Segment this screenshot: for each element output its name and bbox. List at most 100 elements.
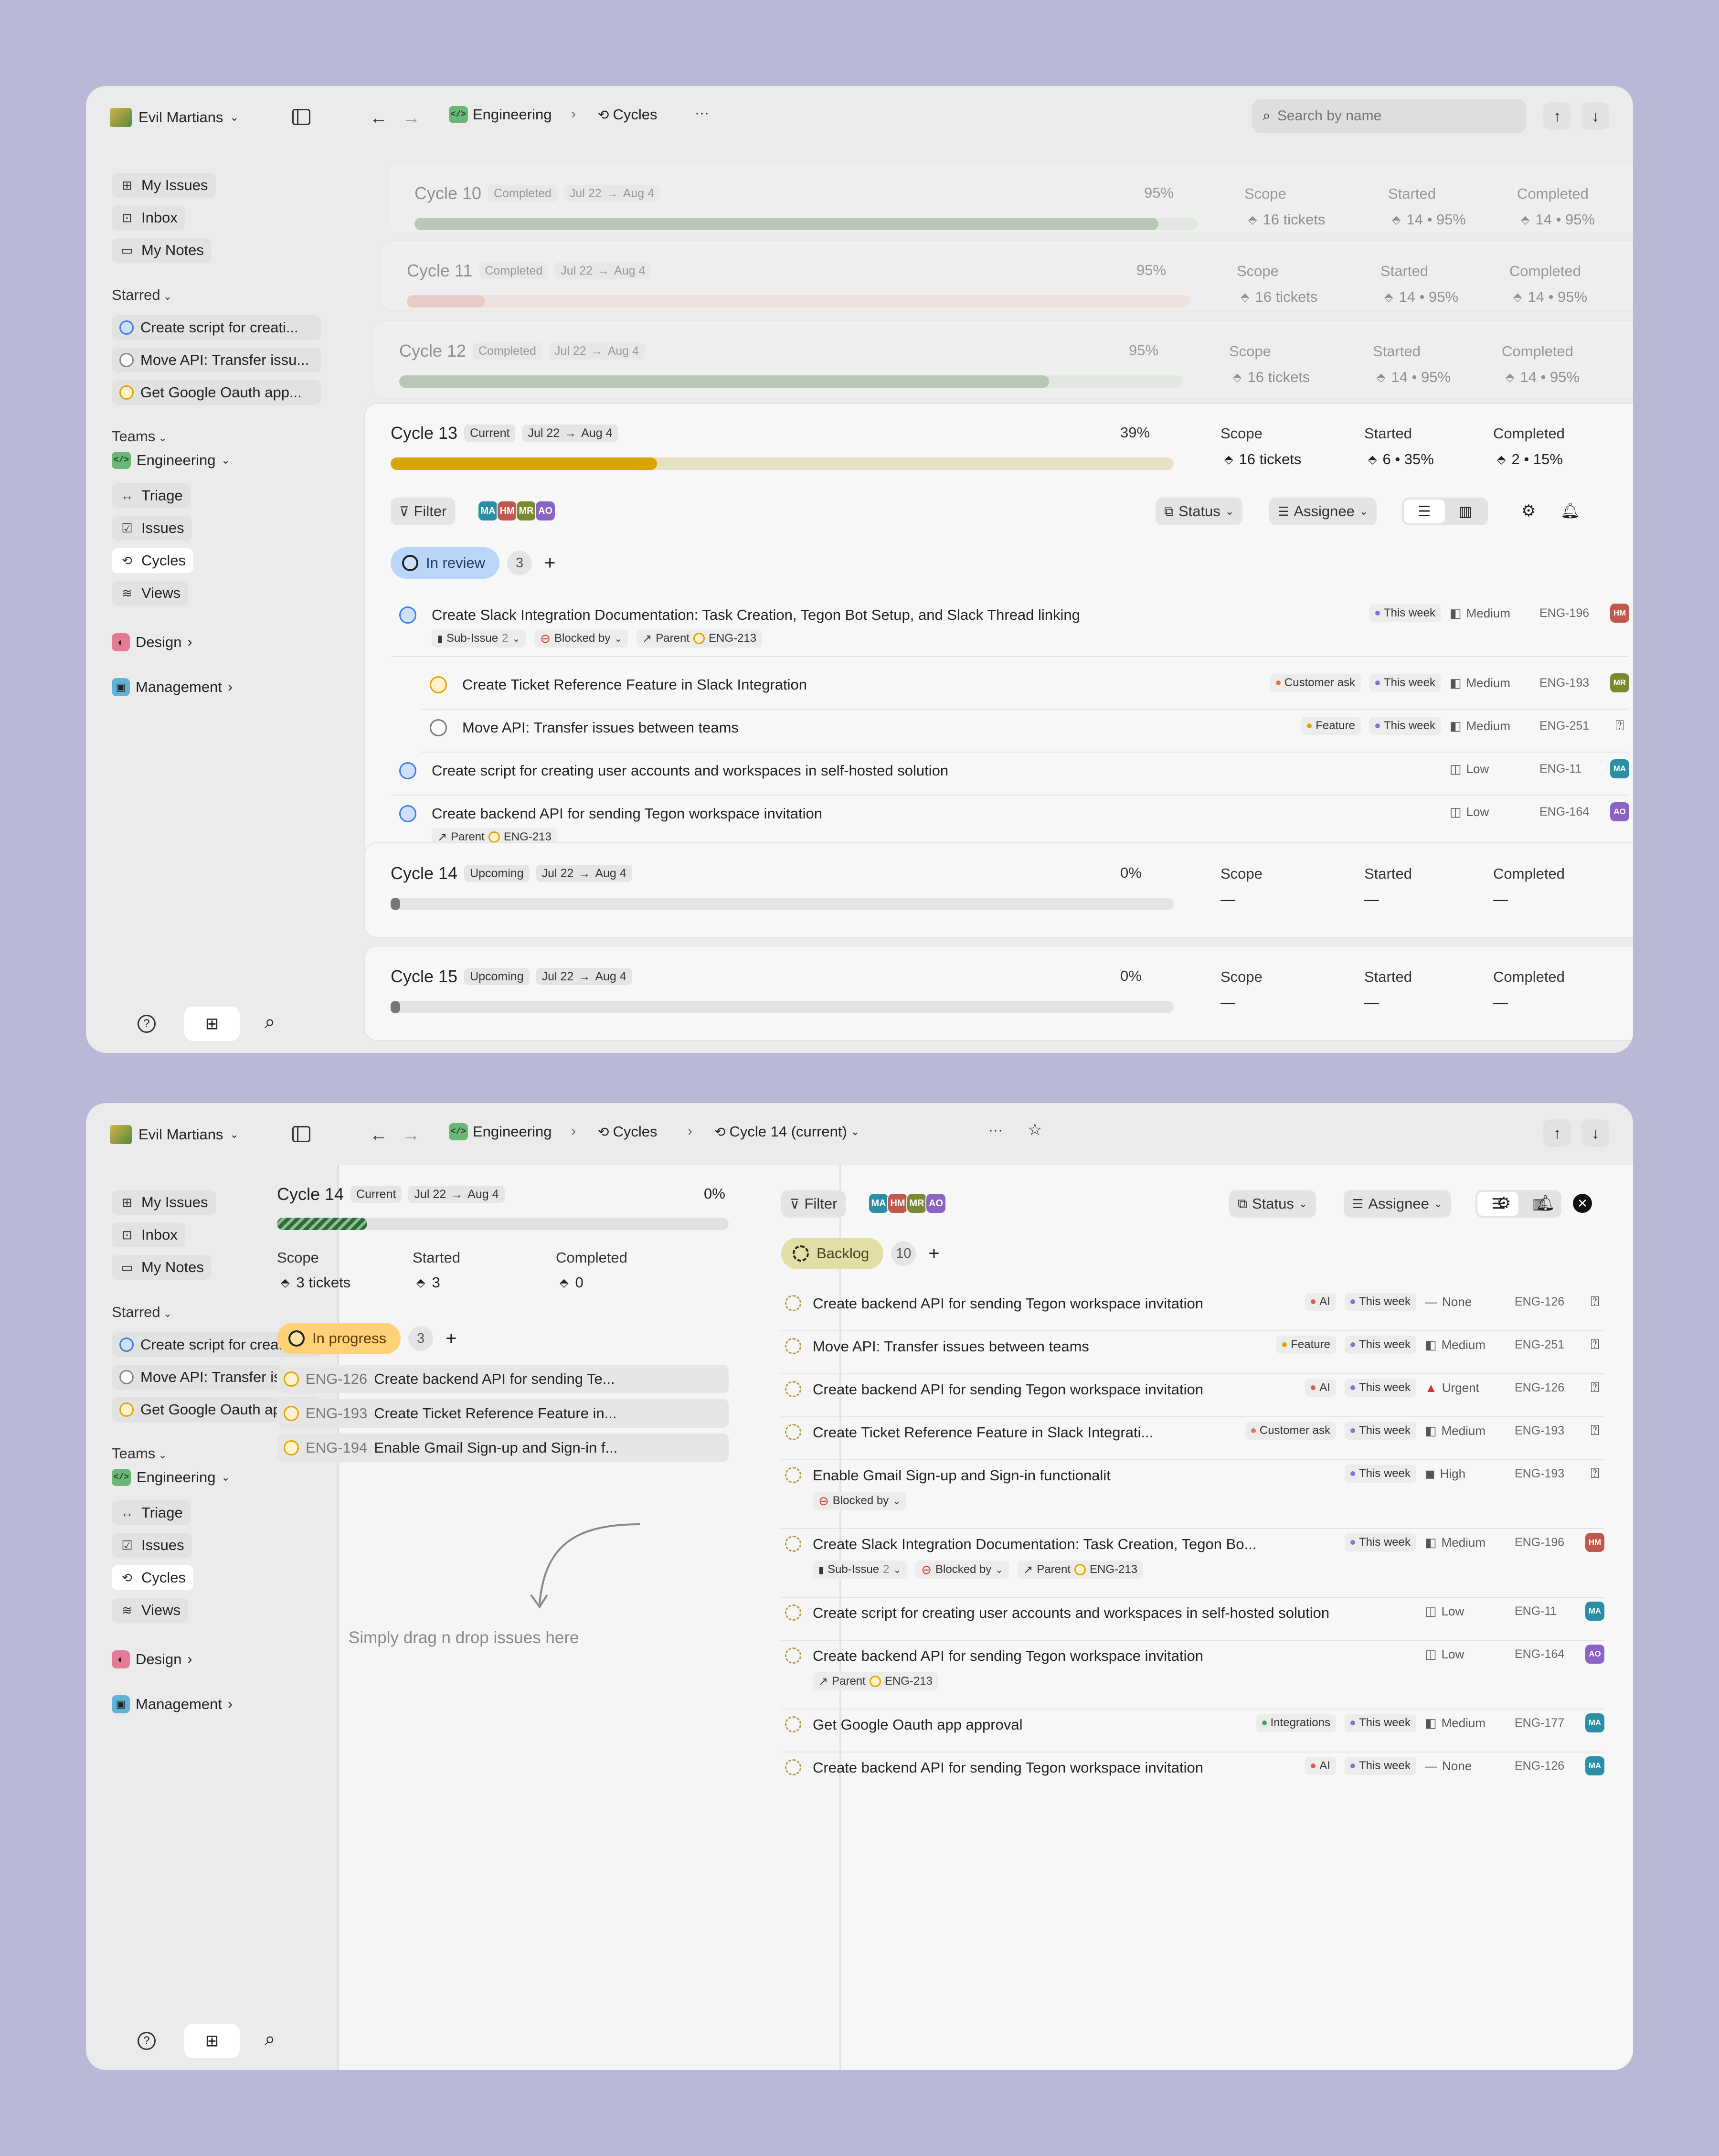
backlog-status-icon[interactable] xyxy=(785,1716,801,1732)
search-icon[interactable]: ⌕ xyxy=(265,1011,275,1033)
assignee-avatar[interactable]: MR xyxy=(1610,673,1629,692)
backlog-status-icon[interactable] xyxy=(785,1467,801,1483)
issue-row[interactable]: Create Ticket Reference Feature in Slack… xyxy=(421,669,1629,710)
parent-pill[interactable]: ↗ Parent ENG-213 xyxy=(1018,1561,1144,1579)
help-icon[interactable]: ? xyxy=(138,1015,156,1033)
avatar[interactable]: MR xyxy=(516,500,537,521)
backlog-status-icon[interactable] xyxy=(785,1647,801,1664)
filter-button[interactable]: ⊽ Filter xyxy=(391,498,456,525)
list-view-icon[interactable]: ☰ xyxy=(1404,499,1445,523)
cycle-card[interactable]: Cycle 11 Completed Jul 22 → Aug 4 95% Scope ⬘ 16… xyxy=(380,240,1633,311)
backlog-status-icon[interactable] xyxy=(785,1759,801,1775)
label-tag[interactable]: Feature xyxy=(1301,717,1361,735)
arrow-down-button[interactable]: ↓ xyxy=(1581,102,1609,130)
cycle-issue-chip[interactable]: ENG-126 Create backend API for sending Te… xyxy=(277,1365,729,1393)
status-icon[interactable] xyxy=(430,676,447,693)
backlog-status-icon[interactable] xyxy=(785,1536,801,1552)
help-icon[interactable]: ? xyxy=(138,2032,156,2050)
label-tag[interactable]: Integrations xyxy=(1256,1714,1336,1732)
assignee-avatars[interactable]: MA HM MR AO xyxy=(478,500,556,521)
starred-header[interactable]: Starred ⌄ xyxy=(112,287,172,304)
blocked-by-pill[interactable]: ⊖ Blocked by ⌄ xyxy=(534,629,628,648)
sub-issue-pill[interactable]: ▮ Sub-Issue 2 ⌄ xyxy=(432,629,526,648)
arrow-down-button[interactable]: ↓ xyxy=(1581,1119,1609,1147)
unassigned-icon[interactable]: ⍰ xyxy=(1585,1335,1604,1354)
close-icon[interactable]: ✕ xyxy=(1573,1194,1592,1213)
issue-row[interactable]: Create Slack Integration Documentation: … xyxy=(781,1529,1604,1598)
priority[interactable]: ◼ High xyxy=(1425,1466,1506,1481)
blocked-by-pill[interactable]: ⊖ Blocked by ⌄ xyxy=(915,1561,1009,1579)
priority[interactable]: — None xyxy=(1425,1759,1506,1774)
label-tag[interactable]: Feature xyxy=(1276,1336,1336,1354)
issue-row[interactable]: Enable Gmail Sign-up and Sign-in functio… xyxy=(781,1460,1604,1529)
avatar[interactable]: HM xyxy=(497,500,518,521)
teams-header[interactable]: Teams ⌄ xyxy=(112,1445,167,1462)
sidebar-item-my-notes[interactable]: ▭ My Notes xyxy=(112,1255,212,1280)
avatar[interactable]: MR xyxy=(906,1193,927,1214)
star-icon[interactable]: ☆ xyxy=(1028,1120,1042,1139)
parent-pill[interactable]: ↗ Parent ENG-213 xyxy=(813,1672,938,1690)
starred-item[interactable]: Move API: Transfer issu... xyxy=(112,348,321,372)
label-tag[interactable]: This week xyxy=(1344,1465,1416,1483)
cycle-card[interactable]: Cycle 15 Upcoming Jul 22 → Aug 4 0% Scope — Star… xyxy=(364,945,1633,1041)
priority[interactable]: ◧ Medium xyxy=(1450,676,1531,690)
assignee-avatar[interactable]: MA xyxy=(1585,1713,1604,1732)
breadcrumb-engineering[interactable]: </> Engineering xyxy=(449,106,552,123)
assignee-dropdown[interactable]: ☰ Assignee ⌄ xyxy=(1269,498,1377,525)
assignee-avatar[interactable]: MA xyxy=(1585,1602,1604,1621)
forward-arrow-icon[interactable]: → xyxy=(402,108,420,128)
breadcrumb-cycles[interactable]: ⟲ Cycles xyxy=(598,106,657,123)
label-tag[interactable]: This week xyxy=(1369,674,1441,692)
search-box[interactable]: ⌕ Search by name xyxy=(1252,99,1526,133)
sidebar-item-my-issues[interactable]: ⊞ My Issues xyxy=(112,1190,216,1215)
avatar[interactable]: AO xyxy=(925,1193,946,1214)
in-progress-pill[interactable]: In progress xyxy=(277,1323,401,1354)
sidebar-toggle-icon[interactable] xyxy=(292,1126,310,1142)
sidebar-item-my-notes[interactable]: ▭ My Notes xyxy=(112,238,212,263)
avatar[interactable]: AO xyxy=(535,500,556,521)
back-arrow-icon[interactable]: ← xyxy=(370,1125,388,1146)
breadcrumb-engineering[interactable]: </> Engineering xyxy=(449,1123,552,1140)
settings-icon[interactable]: ⚙ xyxy=(1496,1194,1511,1213)
new-issue-button[interactable]: ⊞ xyxy=(184,1007,240,1041)
team-management[interactable]: ▣ Management › xyxy=(112,1695,233,1713)
priority[interactable]: — None xyxy=(1425,1295,1506,1309)
sub-issue-pill[interactable]: ▮ Sub-Issue 2 ⌄ xyxy=(813,1561,907,1579)
priority[interactable]: ◫ Low xyxy=(1450,762,1531,776)
forward-arrow-icon[interactable]: → xyxy=(402,1125,420,1146)
more-icon[interactable]: ··· xyxy=(988,1122,1003,1138)
sidebar-item-inbox[interactable]: ⊡ Inbox xyxy=(112,205,185,230)
team-engineering[interactable]: </> Engineering ⌄ xyxy=(112,1469,230,1486)
cycle-card[interactable]: Cycle 10 Completed Jul 22 → Aug 4 95% Scope ⬘ 16… xyxy=(388,162,1633,234)
status-dropdown[interactable]: ⧉ Status ⌄ xyxy=(1156,498,1243,525)
issue-row[interactable]: Create Ticket Reference Feature in Slack… xyxy=(781,1417,1604,1460)
sidebar-item-inbox[interactable]: ⊡ Inbox xyxy=(112,1222,185,1247)
team-engineering[interactable]: </> Engineering ⌄ xyxy=(112,452,230,469)
settings-icon[interactable]: ⚙ xyxy=(1521,501,1536,520)
status-icon[interactable] xyxy=(399,805,416,822)
priority[interactable]: ◧ Medium xyxy=(1425,1423,1506,1438)
label-tag[interactable]: This week xyxy=(1344,1336,1416,1354)
sidebar-item-views[interactable]: ≋ Views xyxy=(112,1598,189,1623)
cycle-issue-chip[interactable]: ENG-194 Enable Gmail Sign-up and Sign-in … xyxy=(277,1434,729,1462)
label-tag[interactable]: This week xyxy=(1344,1379,1416,1397)
workspace-switcher[interactable]: Evil Martians ⌄ xyxy=(110,108,239,127)
label-tag[interactable]: This week xyxy=(1344,1714,1416,1732)
starred-item[interactable]: Create script for creati... xyxy=(112,315,321,340)
sidebar-toggle-icon[interactable] xyxy=(292,109,310,125)
label-tag[interactable]: Customer ask xyxy=(1245,1422,1336,1440)
assignee-avatar[interactable]: MA xyxy=(1585,1756,1604,1775)
status-icon[interactable] xyxy=(430,719,447,736)
more-icon[interactable]: ··· xyxy=(695,105,709,121)
assignee-avatar[interactable]: MA xyxy=(1610,759,1629,778)
priority[interactable]: ◧ Medium xyxy=(1450,606,1531,621)
add-issue-icon[interactable]: + xyxy=(928,1243,939,1264)
in-review-group-header[interactable]: In review 3 + xyxy=(391,547,555,579)
priority[interactable]: ◧ Medium xyxy=(1450,719,1531,733)
team-management[interactable]: ▣ Management › xyxy=(112,678,233,696)
label-tag[interactable]: This week xyxy=(1344,1293,1416,1311)
issue-row[interactable]: Create backend API for sending Tegon wor… xyxy=(781,1752,1604,1795)
priority[interactable]: ◧ Medium xyxy=(1425,1338,1506,1352)
issue-row[interactable]: Create Slack Integration Documentation: … xyxy=(391,600,1629,657)
team-design[interactable]: ◐ Design › xyxy=(112,1650,192,1668)
